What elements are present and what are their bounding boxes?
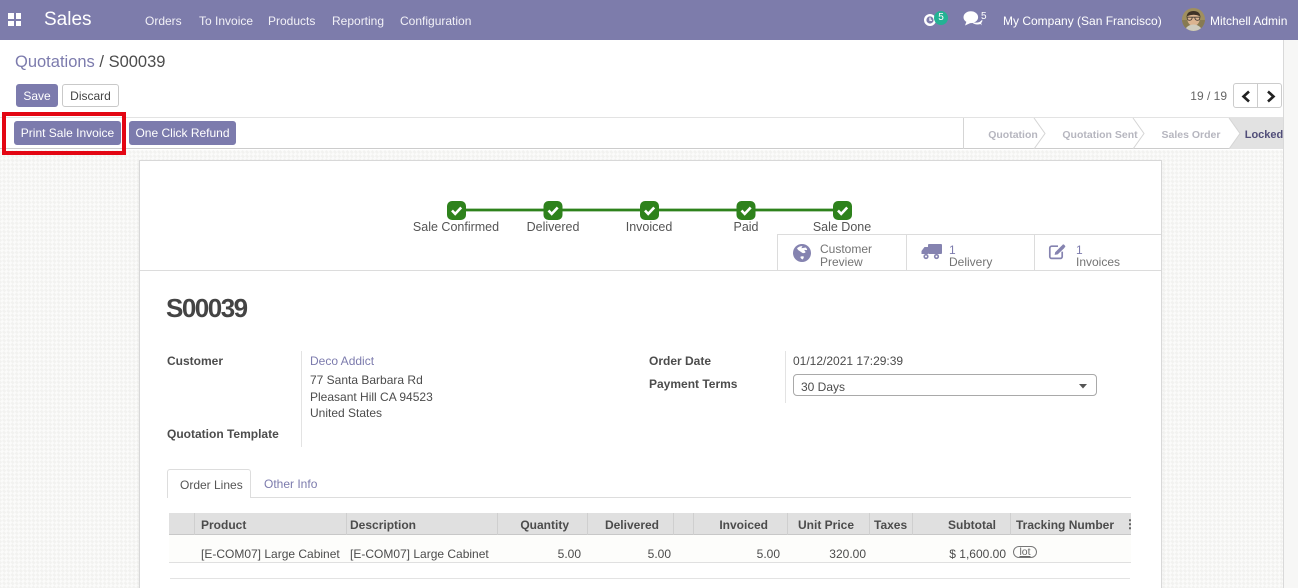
svg-text:Locked: Locked — [1245, 129, 1284, 141]
svg-text:Sales Order: Sales Order — [1162, 129, 1221, 141]
svg-text:Quotation: Quotation — [988, 129, 1038, 141]
svg-text:Quotation Sent: Quotation Sent — [1062, 129, 1138, 141]
